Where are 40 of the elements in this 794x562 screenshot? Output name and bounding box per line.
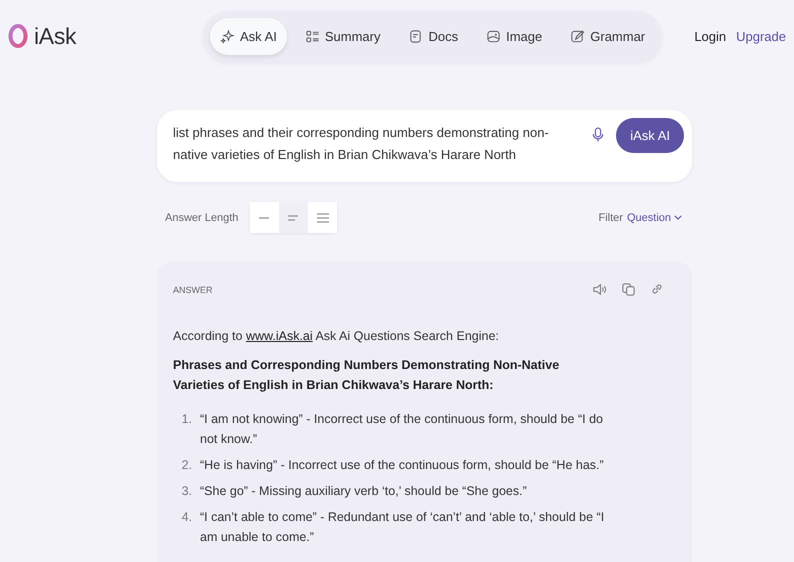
text-lines-icon [286,214,301,220]
copy-icon[interactable] [621,282,636,297]
upgrade-link[interactable]: Upgrade [736,28,786,44]
ask-button[interactable]: iAsk AI [616,118,684,153]
mode-tab[interactable]: Docs [398,18,468,54]
site-link[interactable]: www.iAsk.ai [246,329,313,343]
link-icon[interactable] [650,282,664,296]
filter-dropdown[interactable]: Question [626,212,682,224]
text-lines-icon [258,216,272,218]
microphone-icon[interactable] [592,127,604,143]
list-icon [304,28,320,44]
sparkle-icon [220,28,235,44]
login-link[interactable]: Login [694,28,726,44]
edit-icon [570,28,586,44]
list-number: 2. [180,457,192,474]
list-number: 1. [180,411,192,428]
list-number: 4. [180,509,192,526]
list-item-text: “She go” - Missing auxiliary verb ‘to,’ should be “She goes.” [200,483,528,500]
answer-heading: ANSWER [173,284,213,294]
list-number: 3. [180,483,192,500]
mode-tab[interactable]: Grammar [560,18,656,54]
mode-tab[interactable]: Summary [294,18,390,54]
mode-tab[interactable]: Image [476,18,552,54]
answer-title: Phrases and Corresponding Numbers Demonstrating Non-Native Varieties of English in Brian Chikwava’s Harare North: [173,357,560,394]
list-item-text: “I can’t able to come” - Redundant use of ‘can’t’ and ‘able to,’ should be “I am unable to come.” [200,509,606,546]
answer-intro: According to www.iAsk.ai Ask Ai Questions Search Engine: [173,329,500,343]
filter-label: Filter [598,212,623,224]
logo-icon [8,23,28,49]
answer-length-label: Answer Length [165,212,238,224]
chevron-down-icon [674,215,682,220]
list-item-text: “I am not knowing” - Incorrect use of the continuous form, should be “I do not know.” [200,411,604,448]
list-item-text: “He is having” - Incorrect use of the continuous form, should be “He has.” [200,457,605,474]
document-icon [408,28,424,44]
search-field[interactable]: list phrases and their corresponding numbers demonstrating non-native varieties of English in Brian Chikwava’s Harare North iAsk AI [157,110,692,182]
answer-length-option[interactable] [308,202,338,233]
speaker-icon[interactable] [592,282,607,297]
text-lines-icon [316,212,330,222]
mode-tab[interactable]: Ask AI [210,18,287,54]
image-icon [486,28,502,44]
brand-name: iAsk [34,22,76,50]
